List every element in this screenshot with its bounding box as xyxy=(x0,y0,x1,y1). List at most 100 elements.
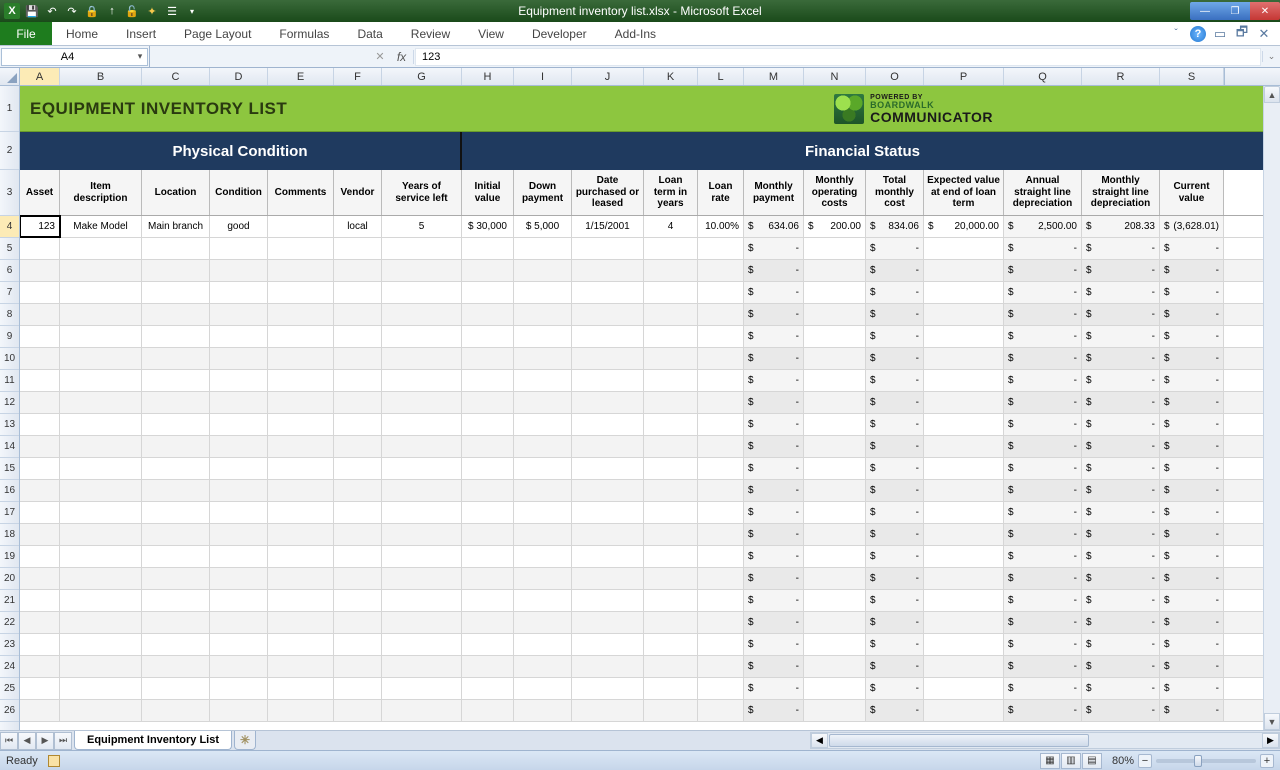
cell-empty[interactable] xyxy=(572,436,644,457)
row-header[interactable]: 1 xyxy=(0,86,19,132)
cell-empty[interactable] xyxy=(334,260,382,281)
cell-empty[interactable]: - xyxy=(866,282,924,303)
table-row[interactable]: ----- xyxy=(20,656,1263,678)
row-header[interactable]: 10 xyxy=(0,348,19,370)
cell-empty[interactable] xyxy=(514,414,572,435)
cell-empty[interactable]: - xyxy=(744,502,804,523)
cell-empty[interactable]: - xyxy=(1004,304,1082,325)
horizontal-scrollbar[interactable]: ◀ ▶ xyxy=(810,732,1280,749)
ribbon-minimize-icon[interactable]: ▭ xyxy=(1212,26,1228,42)
doc-close-icon[interactable]: ✕ xyxy=(1256,26,1272,42)
row-header[interactable]: 22 xyxy=(0,612,19,634)
cell-empty[interactable]: - xyxy=(1160,568,1224,589)
cell-empty[interactable] xyxy=(572,392,644,413)
section-header-row[interactable]: Physical Condition Financial Status xyxy=(20,132,1263,170)
cell-empty[interactable] xyxy=(334,568,382,589)
table-row[interactable]: ----- xyxy=(20,700,1263,722)
cell-empty[interactable] xyxy=(142,260,210,281)
cell-empty[interactable] xyxy=(462,546,514,567)
cell-empty[interactable]: - xyxy=(1160,656,1224,677)
cell-empty[interactable] xyxy=(142,480,210,501)
cell-opcost[interactable]: 200.00 xyxy=(804,216,866,237)
cell-empty[interactable] xyxy=(334,480,382,501)
cell-empty[interactable] xyxy=(60,678,142,699)
cell-empty[interactable] xyxy=(462,568,514,589)
cell-empty[interactable]: - xyxy=(866,546,924,567)
vertical-scrollbar[interactable]: ▲ ▼ xyxy=(1263,86,1280,730)
cell-empty[interactable] xyxy=(268,304,334,325)
cell-empty[interactable] xyxy=(268,326,334,347)
table-row[interactable]: ----- xyxy=(20,612,1263,634)
cell-empty[interactable] xyxy=(514,436,572,457)
cell-empty[interactable] xyxy=(210,348,268,369)
cell-empty[interactable] xyxy=(924,634,1004,655)
hscroll-left-icon[interactable]: ◀ xyxy=(811,733,828,748)
cell-empty[interactable] xyxy=(644,370,698,391)
cell-empty[interactable] xyxy=(382,392,462,413)
cell-empty[interactable]: - xyxy=(744,634,804,655)
cell-empty[interactable] xyxy=(60,590,142,611)
zoom-in-icon[interactable]: + xyxy=(1260,754,1274,768)
col-header-I[interactable]: I xyxy=(514,68,572,85)
row-header[interactable]: 7 xyxy=(0,282,19,304)
cell-empty[interactable] xyxy=(210,436,268,457)
list-icon[interactable]: ☰ xyxy=(164,3,180,19)
cell-empty[interactable] xyxy=(334,458,382,479)
cell-empty[interactable] xyxy=(804,546,866,567)
table-row[interactable]: ----- xyxy=(20,282,1263,304)
cell-empty[interactable] xyxy=(698,612,744,633)
maximize-button[interactable]: ❐ xyxy=(1220,2,1250,20)
zoom-level[interactable]: 80% xyxy=(1112,755,1134,767)
cell-empty[interactable] xyxy=(268,634,334,655)
table-row[interactable]: 123 Make Model Main branch good local 5 … xyxy=(20,216,1263,238)
cell-date[interactable]: 1/15/2001 xyxy=(572,216,644,237)
cell-empty[interactable] xyxy=(268,568,334,589)
cell-empty[interactable] xyxy=(382,238,462,259)
sheet-first-icon[interactable]: ⏮ xyxy=(0,732,18,750)
cell-empty[interactable] xyxy=(334,436,382,457)
view-normal-icon[interactable]: ▦ xyxy=(1040,753,1060,769)
tab-addins[interactable]: Add-Ins xyxy=(601,22,670,45)
col-header-A[interactable]: A xyxy=(20,68,60,85)
cell-empty[interactable] xyxy=(382,546,462,567)
cell-empty[interactable] xyxy=(382,436,462,457)
cell-empty[interactable] xyxy=(924,546,1004,567)
cell-empty[interactable] xyxy=(210,370,268,391)
cell-empty[interactable]: - xyxy=(1082,414,1160,435)
cell-empty[interactable] xyxy=(644,326,698,347)
col-header-C[interactable]: C xyxy=(142,68,210,85)
cell-empty[interactable]: - xyxy=(866,326,924,347)
cell-empty[interactable] xyxy=(924,392,1004,413)
cell-empty[interactable] xyxy=(20,700,60,721)
row-header[interactable]: 4 xyxy=(0,216,19,238)
cell-empty[interactable]: - xyxy=(1082,392,1160,413)
sheet-last-icon[interactable]: ⏭ xyxy=(54,732,72,750)
cell-empty[interactable] xyxy=(462,656,514,677)
cell-empty[interactable] xyxy=(514,502,572,523)
cell-empty[interactable] xyxy=(60,458,142,479)
table-row[interactable]: ----- xyxy=(20,502,1263,524)
table-row[interactable]: ----- xyxy=(20,348,1263,370)
cell-empty[interactable]: - xyxy=(1004,348,1082,369)
cell-empty[interactable] xyxy=(268,524,334,545)
cell-down[interactable]: $ 5,000 xyxy=(514,216,572,237)
tab-view[interactable]: View xyxy=(464,22,518,45)
fx-icon[interactable]: fx xyxy=(390,50,414,64)
cell-empty[interactable]: - xyxy=(1004,436,1082,457)
cell-empty[interactable] xyxy=(924,370,1004,391)
cell-empty[interactable] xyxy=(334,370,382,391)
table-row[interactable]: ----- xyxy=(20,568,1263,590)
cell-empty[interactable] xyxy=(382,260,462,281)
col-header-P[interactable]: P xyxy=(924,68,1004,85)
cell-empty[interactable]: - xyxy=(744,282,804,303)
cell-empty[interactable] xyxy=(382,700,462,721)
cell-empty[interactable] xyxy=(698,700,744,721)
cell-empty[interactable] xyxy=(210,700,268,721)
row-header[interactable]: 21 xyxy=(0,590,19,612)
cell-empty[interactable]: - xyxy=(744,546,804,567)
cell-empty[interactable] xyxy=(698,260,744,281)
qat-dropdown-icon[interactable]: ▾ xyxy=(184,3,200,19)
cell-empty[interactable]: - xyxy=(866,590,924,611)
cell-empty[interactable] xyxy=(924,304,1004,325)
table-row[interactable]: ----- xyxy=(20,304,1263,326)
